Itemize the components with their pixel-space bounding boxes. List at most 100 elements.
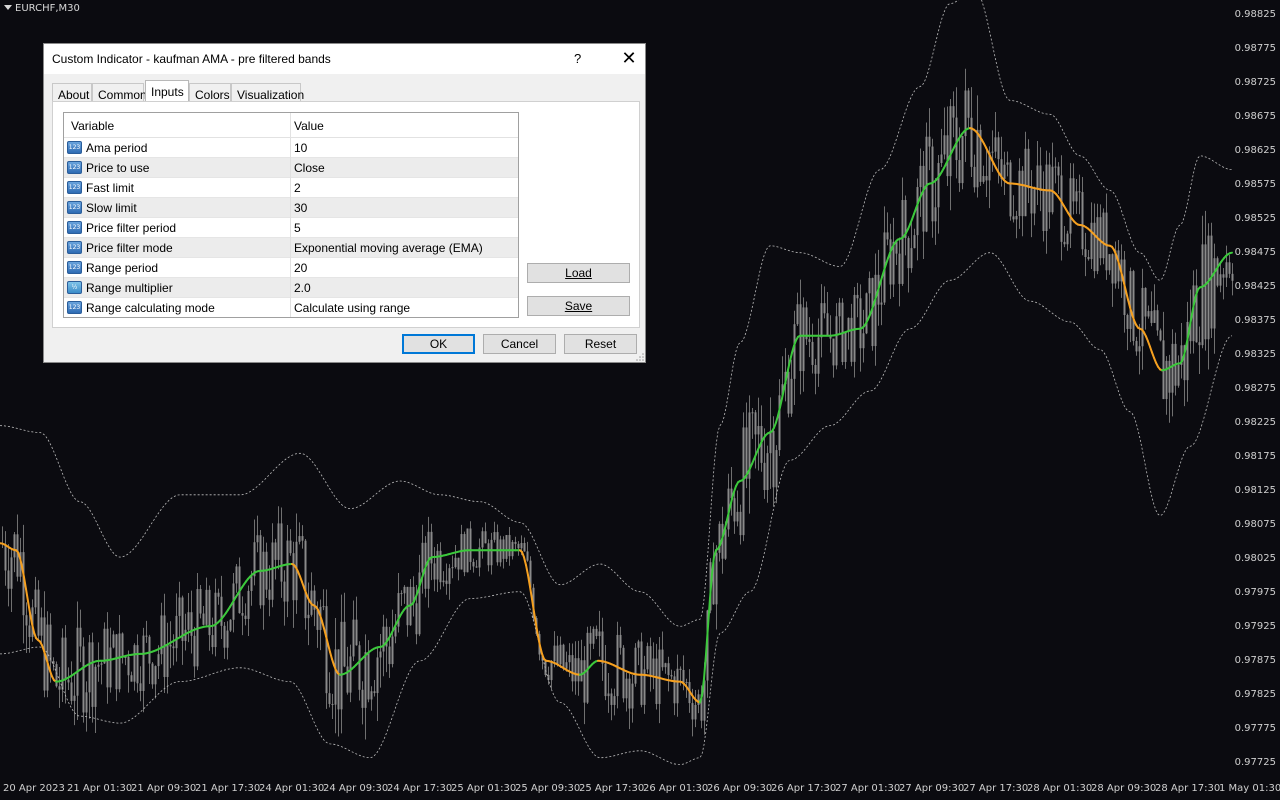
candle-body	[127, 656, 130, 676]
candle-body	[1153, 310, 1156, 323]
candle-body	[895, 241, 898, 254]
reset-button[interactable]: Reset	[564, 334, 637, 354]
candle-body	[898, 253, 901, 284]
input-value[interactable]: Calculate using range	[294, 301, 410, 315]
candle-body	[685, 682, 688, 684]
price-tick-label: 0.98375	[1234, 315, 1276, 326]
candle-body	[1012, 216, 1015, 220]
help-button[interactable]: ?	[574, 51, 581, 66]
column-divider[interactable]	[290, 113, 291, 137]
candle-body	[166, 644, 169, 678]
input-value[interactable]: 30	[294, 201, 307, 215]
candle-body	[76, 627, 79, 696]
tab-about[interactable]: About	[52, 83, 92, 102]
column-header-variable[interactable]: Variable	[71, 119, 114, 133]
candle-body	[754, 412, 757, 435]
candle-body	[1027, 148, 1030, 189]
ok-button[interactable]: OK	[402, 334, 475, 354]
candle-body	[1090, 222, 1093, 260]
tab-inputs[interactable]: Inputs	[145, 80, 189, 103]
candle-body	[349, 656, 352, 693]
load-button[interactable]: Load	[527, 263, 630, 283]
candle-body	[97, 664, 100, 667]
candle-body	[136, 645, 139, 684]
candle-body	[307, 614, 310, 619]
input-row[interactable]: 123 Range period 20	[64, 258, 518, 278]
candle-body	[556, 645, 559, 665]
candle-body	[865, 293, 868, 334]
candle-body	[1039, 165, 1042, 192]
candle-body	[1060, 175, 1063, 242]
candle-body	[553, 645, 556, 662]
candle-body	[589, 632, 592, 644]
close-icon[interactable]: ✕	[616, 46, 642, 72]
candle-body	[598, 631, 601, 637]
time-tick-label: 21 Apr 17:30	[195, 783, 261, 794]
ama-segment	[25, 588, 29, 603]
inputs-grid: Variable Value 123 Ama period 10 123 Price t…	[63, 112, 519, 318]
save-button-label: Save	[564, 299, 593, 313]
cancel-button[interactable]: Cancel	[483, 334, 556, 354]
candle-body	[901, 200, 904, 284]
candle-body	[835, 316, 838, 366]
symbol-label[interactable]: EURCHF,M30	[4, 3, 80, 14]
input-value[interactable]: Exponential moving average (EMA)	[294, 241, 483, 255]
dialog-title: Custom Indicator - kaufman AMA - pre fil…	[52, 52, 331, 66]
tab-visualization[interactable]: Visualization	[231, 83, 304, 102]
candle-body	[628, 678, 631, 709]
resize-grip-icon[interactable]	[636, 353, 644, 361]
price-tick-label: 0.98325	[1234, 349, 1276, 360]
dropdown-arrow-icon[interactable]	[4, 5, 12, 10]
candle-body	[376, 657, 379, 694]
price-tick-label: 0.98425	[1234, 281, 1276, 292]
candle-body	[271, 542, 274, 600]
candle-body	[601, 631, 604, 664]
ama-segment	[321, 620, 325, 630]
candle-body	[937, 163, 940, 208]
ama-segment	[329, 650, 333, 661]
candle-body	[217, 592, 220, 597]
candle-body	[1096, 217, 1099, 272]
price-tick-label: 0.98625	[1234, 145, 1276, 156]
input-value[interactable]: 20	[294, 261, 307, 275]
input-row[interactable]: 123 Price filter mode Exponential moving a…	[64, 238, 518, 258]
integer-type-icon: 123	[67, 201, 82, 214]
tab-common[interactable]: Common	[92, 83, 147, 102]
candle-body	[517, 543, 520, 549]
candle-body	[55, 664, 58, 687]
tab-colors[interactable]: Colors	[189, 83, 231, 102]
candle-body	[670, 675, 673, 677]
ama-segment	[707, 597, 711, 628]
input-value[interactable]: 5	[294, 221, 301, 235]
candle-body	[343, 621, 346, 667]
candle-body	[226, 630, 229, 648]
input-row[interactable]: ½ Range multiplier 2.0	[64, 278, 518, 298]
candle-body	[199, 589, 202, 614]
candle-body	[448, 568, 451, 584]
save-button[interactable]: Save	[527, 296, 630, 316]
candle-body	[934, 207, 937, 222]
price-tick-label: 0.98275	[1234, 383, 1276, 394]
time-tick-label: 20 Apr 2023	[3, 783, 65, 794]
ama-segment	[27, 600, 31, 615]
column-header-value[interactable]: Value	[294, 119, 324, 133]
candle-body	[571, 655, 574, 682]
input-value[interactable]: 2.0	[294, 281, 311, 295]
price-axis[interactable]: 0.98825 0.98775 0.98725 0.98675 0.98625 0.985…	[1234, 0, 1280, 800]
input-value[interactable]: Close	[294, 161, 325, 175]
input-value[interactable]: 10	[294, 141, 307, 155]
input-row[interactable]: 123 Price to use Close	[64, 158, 518, 178]
candle-body	[1147, 311, 1150, 317]
candle-body	[1006, 162, 1009, 165]
input-row[interactable]: 123 Price filter period 5	[64, 218, 518, 238]
input-row[interactable]: 123 Ama period 10	[64, 138, 518, 158]
input-row[interactable]: 123 Range calculating mode Calculate using…	[64, 298, 518, 317]
dialog-titlebar[interactable]: Custom Indicator - kaufman AMA - pre fil…	[44, 44, 645, 74]
candle-body	[1198, 342, 1201, 346]
input-row[interactable]: 123 Fast limit 2	[64, 178, 518, 198]
candle-body	[691, 703, 694, 720]
input-row[interactable]: 123 Slow limit 30	[64, 198, 518, 218]
candle-body	[337, 649, 340, 710]
candle-body	[367, 652, 370, 700]
input-value[interactable]: 2	[294, 181, 301, 195]
